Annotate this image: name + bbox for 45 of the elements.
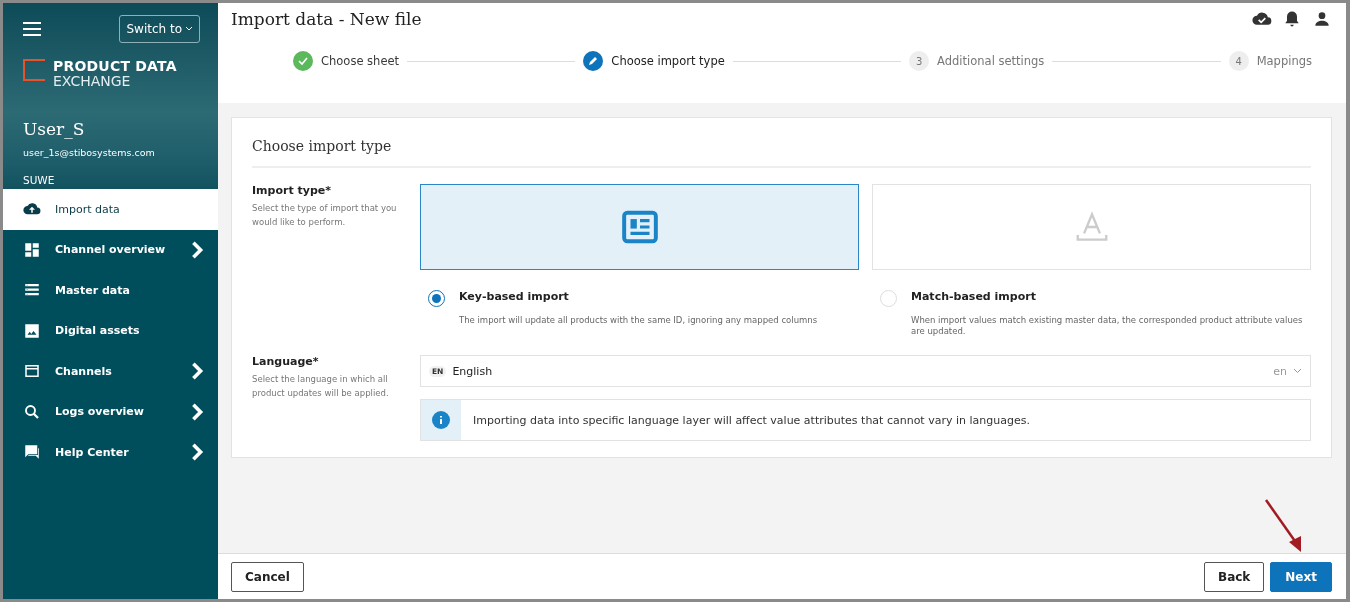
option-title: Match-based import (911, 290, 1037, 303)
sidebar-item[interactable]: Master data (3, 270, 218, 311)
step-number: 3 (909, 51, 930, 71)
caret-icon (185, 26, 193, 32)
radio-button[interactable] (428, 290, 445, 307)
card-title: Choose import type (252, 138, 1311, 168)
user-email: user_1s@stibosystems.com (23, 147, 156, 158)
import-type-tile[interactable] (420, 184, 859, 270)
sidebar-item[interactable]: Digital assets (3, 310, 218, 351)
option-description: When import values match existing master data, the corresponded product attribute values are updated. (911, 315, 1304, 337)
step-number: 4 (1228, 51, 1249, 71)
field-help: Select the type of import that you would like to perform. (252, 202, 398, 229)
sidebar-item[interactable]: Import data (3, 189, 218, 230)
page-title: Import data - New file (231, 9, 422, 29)
progress-step: 4 Mappings (1228, 51, 1312, 71)
logo-subtext: EXCHANGE (53, 74, 132, 89)
search-icon (23, 402, 41, 421)
article-icon (620, 208, 659, 246)
image-icon (23, 321, 41, 340)
next-button[interactable]: Next (1270, 561, 1332, 592)
user-icon[interactable] (1312, 9, 1332, 29)
logo-text: PRODUCT DATA (53, 59, 177, 74)
sidebar-item[interactable]: Help Center (3, 432, 218, 473)
option-description: The import will update all products with the same ID, ignoring any mapped columns (459, 315, 818, 326)
organization-name: SUWE (23, 174, 56, 186)
info-text: Importing data into specific language layer will affect value attributes that cannot vary in languages. (472, 413, 1030, 427)
sidebar-item[interactable]: Logs overview (3, 391, 218, 432)
field-help: Select the language in which all product updates will be applied. (252, 373, 390, 400)
switch-to-button[interactable]: Switch to (119, 15, 200, 43)
info-icon (432, 411, 450, 429)
menu-icon[interactable] (23, 22, 41, 36)
user-name: User_S (23, 119, 86, 139)
caret-icon (1293, 368, 1302, 374)
cancel-button[interactable]: Cancel (231, 561, 304, 592)
logo-icon (23, 59, 45, 81)
progress-step: 3 Additional settings (909, 51, 1045, 71)
option-title: Key-based import (459, 290, 570, 303)
field-label: Import type* (252, 184, 332, 197)
progress-step: Choose sheet (293, 51, 400, 71)
progress-step: Choose import type (583, 51, 725, 71)
sidebar-item[interactable]: Channel overview (3, 229, 218, 270)
back-button[interactable]: Back (1204, 561, 1265, 592)
sidebar-item[interactable]: Channels (3, 351, 218, 392)
dashboard-icon (23, 240, 41, 259)
field-label: Language* (252, 355, 320, 368)
